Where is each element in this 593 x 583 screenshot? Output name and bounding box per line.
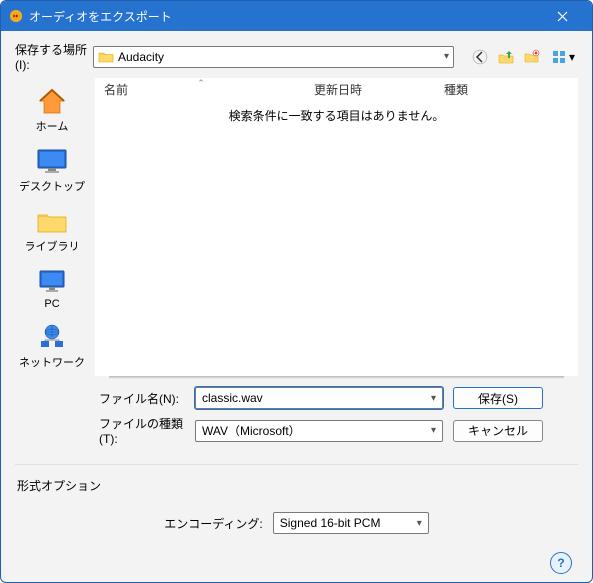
encoding-row: エンコーディング: Signed 16-bit PCM ▾ [15, 512, 578, 534]
filename-input[interactable]: classic.wav ▾ [195, 387, 443, 409]
place-home[interactable]: ホーム [18, 82, 86, 138]
chevron-down-icon: ▾ [431, 425, 436, 436]
close-button[interactable] [540, 1, 584, 31]
back-button[interactable] [470, 47, 490, 67]
footer: ? [15, 534, 578, 582]
column-type[interactable]: 種類 [436, 79, 516, 100]
help-icon: ? [557, 556, 564, 570]
window-title: オーディオをエクスポート [29, 8, 540, 25]
place-pc[interactable]: PC [18, 262, 86, 314]
list-shadow [109, 376, 564, 379]
desktop-icon [35, 147, 69, 175]
view-icon [551, 49, 567, 65]
place-library[interactable]: ライブラリ [18, 202, 86, 258]
location-label: 保存する場所(I): [15, 41, 87, 72]
encoding-label: エンコーディング: [164, 515, 263, 532]
place-label: ホーム [36, 118, 69, 134]
separator [15, 464, 578, 465]
folder-up-icon [498, 49, 514, 65]
column-name[interactable]: 名前 ⌃ [96, 79, 306, 100]
encoding-combo[interactable]: Signed 16-bit PCM ▾ [273, 512, 429, 534]
filename-value: classic.wav [202, 391, 431, 405]
new-folder-icon [524, 49, 540, 65]
place-label: ライブラリ [25, 238, 80, 254]
home-icon [36, 87, 68, 115]
network-icon [35, 323, 69, 351]
chevron-down-icon: ▾ [431, 393, 436, 404]
up-button[interactable] [496, 47, 516, 67]
toolbar-icons: ▾ [470, 47, 578, 67]
places-bar: ホーム デスクトップ ライブラリ [15, 78, 89, 462]
export-audio-dialog: オーディオをエクスポート 保存する場所(I): Audacity ▾ [0, 0, 593, 583]
filetype-combo[interactable]: WAV（Microsoft） ▾ [195, 420, 443, 442]
column-date[interactable]: 更新日時 [306, 79, 436, 100]
close-icon [557, 11, 568, 22]
save-button[interactable]: 保存(S) [453, 387, 543, 409]
file-fields: ファイル名(N): classic.wav ▾ 保存(S) ファイルの種類(T)… [95, 381, 578, 462]
cancel-button[interactable]: キャンセル [453, 420, 543, 442]
chevron-down-icon: ▾ [444, 51, 449, 62]
place-desktop[interactable]: デスクトップ [18, 142, 86, 198]
place-label: ネットワーク [19, 354, 85, 370]
column-headers: 名前 ⌃ 更新日時 種類 [96, 79, 577, 101]
place-network[interactable]: ネットワーク [18, 318, 86, 374]
filename-label: ファイル名(N): [95, 390, 185, 407]
format-options-label: 形式オプション [17, 477, 578, 494]
place-label: PC [44, 298, 59, 310]
back-icon [472, 49, 488, 65]
chevron-down-icon: ▾ [569, 50, 575, 64]
middle-area: ホーム デスクトップ ライブラリ [15, 78, 578, 462]
help-button[interactable]: ? [550, 552, 572, 574]
empty-message: 検索条件に一致する項目はありません。 [96, 101, 577, 375]
app-icon [9, 9, 23, 23]
new-folder-button[interactable] [522, 47, 542, 67]
library-icon [35, 207, 69, 235]
chevron-down-icon: ▾ [417, 518, 422, 529]
dialog-body: 保存する場所(I): Audacity ▾ [1, 31, 592, 582]
sort-asc-icon: ⌃ [197, 78, 205, 89]
titlebar: オーディオをエクスポート [1, 1, 592, 31]
filetype-label: ファイルの種類(T): [95, 415, 185, 446]
file-list[interactable]: 名前 ⌃ 更新日時 種類 検索条件に一致する項目はありません。 [95, 78, 578, 376]
pc-icon [35, 267, 69, 295]
location-value: Audacity [118, 50, 440, 64]
folder-icon [98, 49, 114, 65]
location-row: 保存する場所(I): Audacity ▾ [15, 41, 578, 72]
place-label: デスクトップ [19, 178, 85, 194]
encoding-value: Signed 16-bit PCM [280, 516, 417, 530]
filetype-value: WAV（Microsoft） [202, 422, 431, 439]
location-combo[interactable]: Audacity ▾ [93, 46, 454, 68]
view-menu-button[interactable]: ▾ [548, 47, 578, 67]
